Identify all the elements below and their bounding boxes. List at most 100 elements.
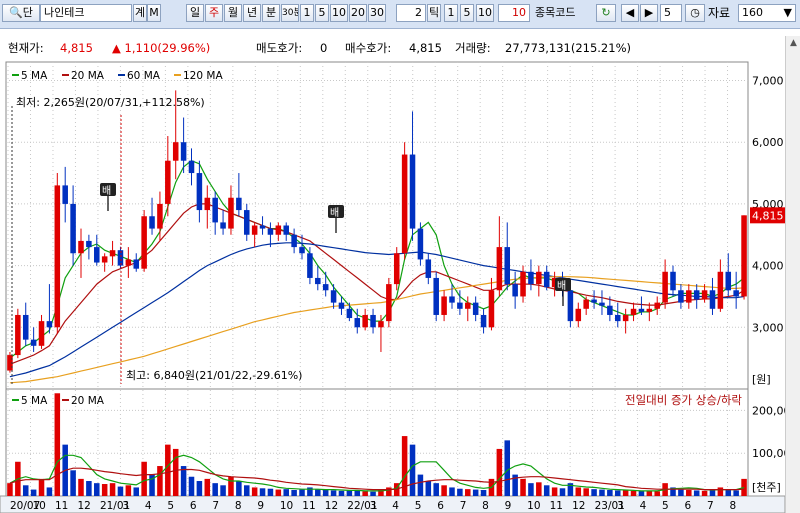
candle-body (536, 271, 542, 285)
volume-bar (101, 484, 108, 496)
candle-body (662, 271, 668, 303)
x-tick-label: 7 (707, 500, 714, 512)
candle-body (15, 314, 21, 356)
candle-body (62, 185, 68, 204)
candle-body (157, 203, 163, 229)
x-tick-label: 7 (460, 500, 467, 512)
volume-bar (425, 481, 432, 496)
candle-body (393, 253, 400, 285)
candle-body (480, 314, 487, 328)
volume-legend-item: 20 MA (71, 395, 105, 407)
volume-bar (243, 485, 250, 496)
candle-body (614, 314, 621, 322)
candle-body (504, 247, 511, 285)
volume-bar (409, 444, 416, 496)
volume-bar (94, 483, 100, 496)
candle-body (346, 308, 353, 319)
candle-body (370, 314, 376, 328)
volume-bar (228, 476, 234, 496)
candle-body (670, 271, 676, 291)
candle-body (433, 277, 439, 315)
volume-bar (607, 490, 613, 496)
price-tick-label: 4,000 (752, 260, 784, 273)
candle-body (607, 305, 613, 315)
candle-body (646, 308, 653, 312)
x-tick-label: 5 (167, 500, 174, 512)
legend-item: 5 MA (21, 70, 48, 82)
price-tick-label: 3,000 (752, 321, 784, 334)
candle-body (236, 197, 242, 211)
volume-bar (433, 483, 439, 496)
x-tick-label: 11 (550, 500, 563, 512)
x-tick-label: 5 (662, 500, 669, 512)
volume-bar (109, 483, 116, 496)
candle-body (275, 225, 282, 235)
x-tick-label: 9 (505, 500, 512, 512)
x-tick-label: 11 (55, 500, 68, 512)
volume-bar (638, 490, 645, 496)
x-tick-label: 12 (77, 500, 90, 512)
volume-bar (196, 481, 203, 496)
candle-body (172, 142, 179, 161)
candle-body (622, 314, 629, 322)
candle-body (141, 216, 147, 269)
x-tick-label: 6 (190, 500, 197, 512)
volume-bar (78, 478, 84, 496)
x-tick-label: 8 (730, 500, 737, 512)
candle-body (212, 197, 218, 223)
candle-body (693, 290, 700, 300)
volume-bar (528, 483, 534, 496)
candle-body (86, 240, 92, 248)
candle-body (259, 225, 266, 229)
volume-bar (543, 485, 550, 496)
x-tick-label: 3 (370, 500, 377, 512)
volume-bar (180, 466, 187, 496)
candle-body (196, 173, 203, 211)
volume-bar (678, 489, 684, 496)
candle-body (583, 299, 589, 309)
volume-unit-label: [천주] (752, 480, 781, 494)
volume-bar (315, 489, 321, 496)
candle-body (701, 290, 708, 300)
volume-bar (46, 487, 53, 496)
candle-body (686, 290, 692, 303)
candle-body (409, 154, 416, 229)
volume-bar (717, 487, 724, 496)
candle-body (496, 247, 503, 291)
volume-bar (204, 478, 211, 496)
candle-body (386, 284, 392, 322)
x-tick-label: 4 (145, 500, 152, 512)
candle-body (204, 197, 211, 211)
volume-bar (259, 488, 266, 496)
volume-bar (54, 393, 61, 496)
x-tick-label: 8 (482, 500, 489, 512)
candle-body (46, 321, 53, 328)
volume-bar (614, 490, 621, 496)
candle-body (733, 290, 739, 297)
volume-bar (165, 444, 171, 496)
volume-bar (465, 489, 471, 496)
scroll-up-icon[interactable]: ▲ (788, 38, 799, 49)
vertical-scrollbar[interactable]: ▲ (785, 36, 800, 513)
volume-bar (188, 476, 195, 496)
x-tick-label: 8 (235, 500, 242, 512)
volume-bar (212, 483, 218, 496)
candle-body (472, 302, 479, 315)
volume-bar (622, 490, 629, 496)
volume-status-text: 전일대비 증가 상승/하락 (625, 393, 742, 407)
candle-body (543, 271, 550, 288)
price-panel (5, 61, 749, 390)
candle-body (78, 240, 84, 254)
volume-bar (172, 448, 179, 496)
x-tick-label: 11 (302, 500, 315, 512)
candle-body (291, 234, 297, 248)
candle-body (362, 314, 368, 328)
candle-body (638, 308, 645, 312)
volume-bar (725, 489, 732, 496)
volume-bar (7, 483, 13, 496)
volume-bar (283, 489, 289, 496)
candle-body (630, 308, 637, 315)
volume-bar (599, 489, 605, 496)
dividend-marker-label: 배 (557, 280, 566, 292)
volume-bar (70, 470, 76, 496)
